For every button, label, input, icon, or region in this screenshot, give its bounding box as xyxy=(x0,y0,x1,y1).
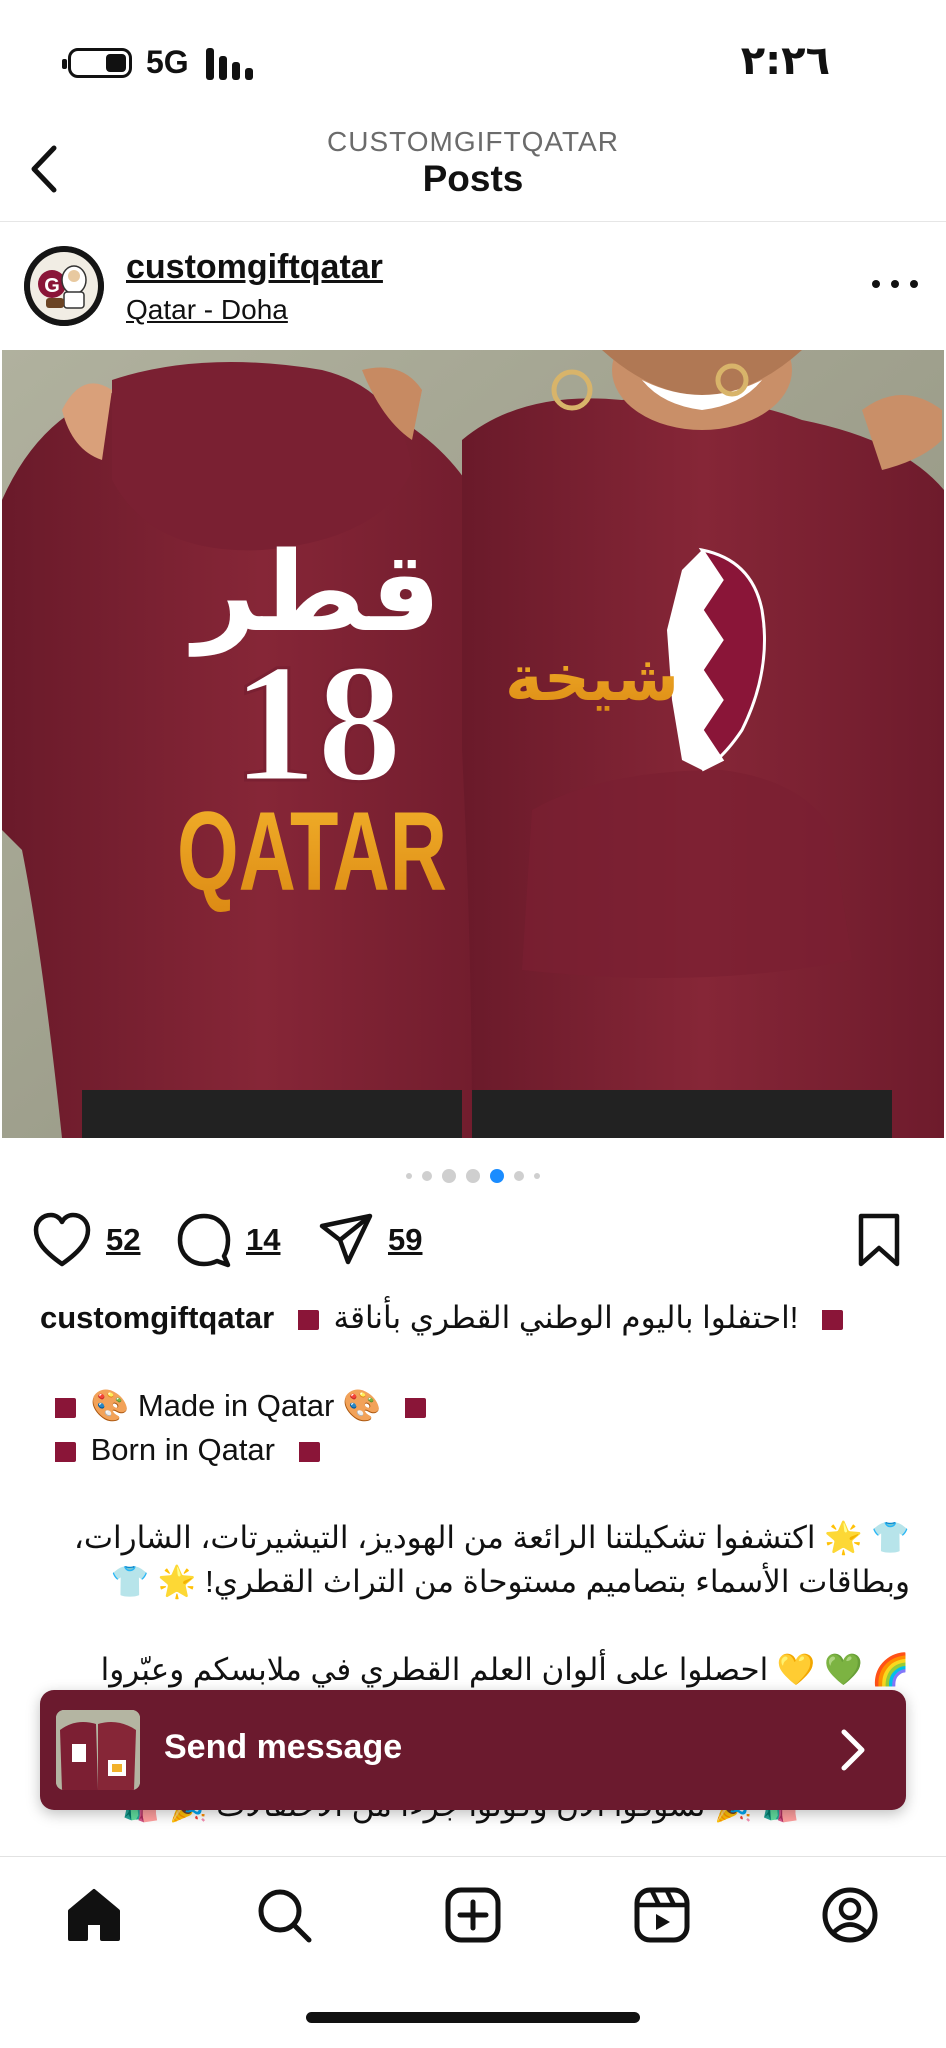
save-button[interactable] xyxy=(856,1210,902,1270)
paper-plane-icon xyxy=(319,1213,373,1265)
carousel-dot xyxy=(514,1171,524,1181)
nav-search[interactable] xyxy=(254,1885,314,1945)
post-actions: 52 14 59 xyxy=(0,1210,946,1270)
palette-icon: 🎨 xyxy=(90,1388,130,1423)
home-icon xyxy=(68,1889,120,1941)
rainbow-icon: 🌈 xyxy=(871,1652,910,1687)
header-account-name: CUSTOMGIFTQATAR xyxy=(327,126,619,157)
right-print-arabic: شيخة xyxy=(505,642,679,716)
nav-profile[interactable] xyxy=(820,1885,880,1945)
qatar-flag-icon xyxy=(46,1441,76,1462)
yellow-heart-icon: 💛 xyxy=(776,1652,816,1687)
bottom-navigation xyxy=(0,1856,946,1976)
caption-line: وبطاقات الأسماء بتصاميم مستوحاة من الترا… xyxy=(205,1564,910,1599)
carousel-dot xyxy=(422,1171,432,1181)
signal-bars-icon xyxy=(206,46,258,80)
carousel-dot xyxy=(442,1169,456,1183)
post-username[interactable]: customgiftqatar xyxy=(126,248,383,287)
qatar-flag-icon xyxy=(288,1309,319,1330)
comment-count[interactable]: 14 xyxy=(246,1222,280,1258)
page-title: Posts xyxy=(422,158,524,199)
battery-icon xyxy=(62,48,132,78)
search-icon xyxy=(258,1889,312,1943)
comment-button[interactable]: 14 xyxy=(176,1210,280,1270)
carousel-dot xyxy=(534,1173,540,1179)
create-icon xyxy=(445,1887,501,1943)
share-button[interactable]: 59 xyxy=(318,1210,422,1270)
tshirt-icon: 👕 xyxy=(871,1520,910,1555)
more-options-button[interactable] xyxy=(872,272,918,296)
like-count[interactable]: 52 xyxy=(106,1222,140,1258)
status-time: ٢:٢٦ xyxy=(740,38,830,84)
post-location[interactable]: Qatar - Doha xyxy=(126,294,288,326)
nav-reels[interactable] xyxy=(632,1885,692,1945)
carousel-dot-active xyxy=(490,1169,504,1183)
green-heart-icon: 💚 xyxy=(824,1652,863,1687)
top-header: CUSTOMGIFTQATAR Posts xyxy=(0,120,946,222)
sparkle-icon: 🌟 xyxy=(157,1564,197,1599)
palette-icon: 🎨 xyxy=(342,1388,382,1423)
qatar-flag-icon xyxy=(396,1397,427,1418)
status-bar: 5G ٢:٢٦ xyxy=(0,0,946,120)
nav-home[interactable] xyxy=(64,1885,124,1945)
caption-line: احصلوا على ألوان العلم القطري في ملابسكم… xyxy=(100,1652,769,1687)
network-label: 5G xyxy=(146,44,189,80)
carousel-dot xyxy=(406,1173,412,1179)
post-image[interactable]: قطر 18 QATAR شيخة xyxy=(2,350,944,1138)
svg-text:G: G xyxy=(44,275,60,297)
qatar-flag-icon xyxy=(289,1441,320,1462)
post-header: G customgiftqatar Qatar - Doha xyxy=(0,222,946,350)
profile-icon xyxy=(822,1887,878,1943)
product-thumbnail xyxy=(56,1710,140,1790)
qatar-flag-icon xyxy=(46,1397,76,1418)
bookmark-icon xyxy=(858,1213,900,1267)
chevron-right-icon xyxy=(841,1729,865,1771)
avatar[interactable]: G xyxy=(24,246,104,326)
caption-line: Born in Qatar xyxy=(90,1432,275,1467)
post-caption: customgiftqatar !احتفلوا باليوم الوطني ا… xyxy=(40,1296,910,1692)
reels-icon xyxy=(634,1887,690,1943)
send-message-label: Send message xyxy=(164,1728,403,1766)
caption-line: !احتفلوا باليوم الوطني القطري بأناقة xyxy=(333,1300,799,1335)
more-horizontal-icon xyxy=(872,280,880,288)
qatar-flag-icon xyxy=(813,1309,844,1330)
sparkle-icon: 🌟 xyxy=(824,1520,863,1555)
nav-create[interactable] xyxy=(443,1885,503,1945)
comment-icon xyxy=(177,1213,231,1268)
like-button[interactable]: 52 xyxy=(32,1210,140,1270)
heart-icon xyxy=(33,1212,91,1267)
caption-line: اكتشفوا تشكيلتنا الرائعة من الهوديز، الت… xyxy=(73,1520,816,1555)
send-message-banner[interactable]: Send message xyxy=(40,1690,906,1810)
tshirt-icon: 👕 xyxy=(110,1564,150,1599)
left-print-word: QATAR xyxy=(177,789,447,914)
home-indicator xyxy=(306,2012,640,2023)
caption-username[interactable]: customgiftqatar xyxy=(40,1300,274,1335)
share-count[interactable]: 59 xyxy=(388,1222,422,1258)
carousel-indicator xyxy=(0,1166,946,1186)
carousel-dot xyxy=(466,1169,480,1183)
caption-line: Made in Qatar xyxy=(137,1388,335,1423)
